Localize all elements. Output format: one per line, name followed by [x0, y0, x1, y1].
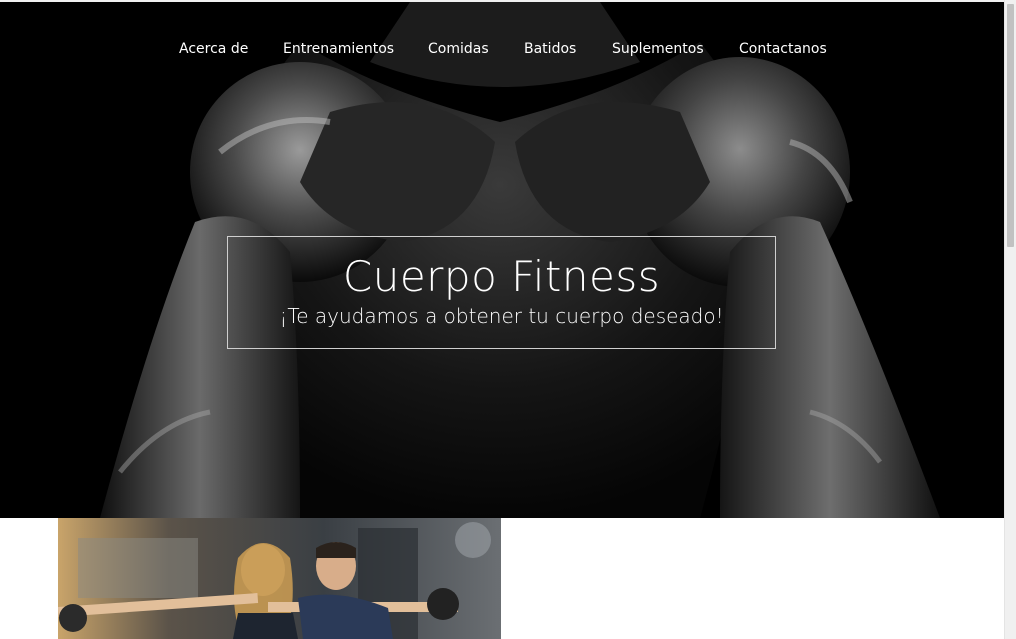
vertical-scrollbar[interactable] [1004, 0, 1016, 639]
main-navigation: Acerca de Entrenamientos Comidas Batidos… [0, 39, 1004, 61]
gym-couple-image [58, 518, 501, 639]
nav-link-contactanos[interactable]: Contactanos [739, 39, 827, 59]
nav-link-comidas[interactable]: Comidas [428, 39, 489, 59]
hero-banner: Acerca de Entrenamientos Comidas Batidos… [0, 2, 1004, 518]
scrollbar-thumb[interactable] [1007, 4, 1014, 247]
hero-subtitle: ¡Te ayudamos a obtener tu cuerpo deseado… [279, 304, 724, 328]
training-photo [58, 518, 501, 639]
nav-link-acerca-de[interactable]: Acerca de [179, 39, 248, 59]
nav-link-batidos[interactable]: Batidos [524, 39, 576, 59]
nav-link-suplementos[interactable]: Suplementos [612, 39, 704, 59]
hero-title-box: Cuerpo Fitness ¡Te ayudamos a obtener tu… [227, 236, 776, 349]
nav-link-entrenamientos[interactable]: Entrenamientos [283, 39, 394, 59]
hero-title: Cuerpo Fitness [342, 252, 661, 301]
